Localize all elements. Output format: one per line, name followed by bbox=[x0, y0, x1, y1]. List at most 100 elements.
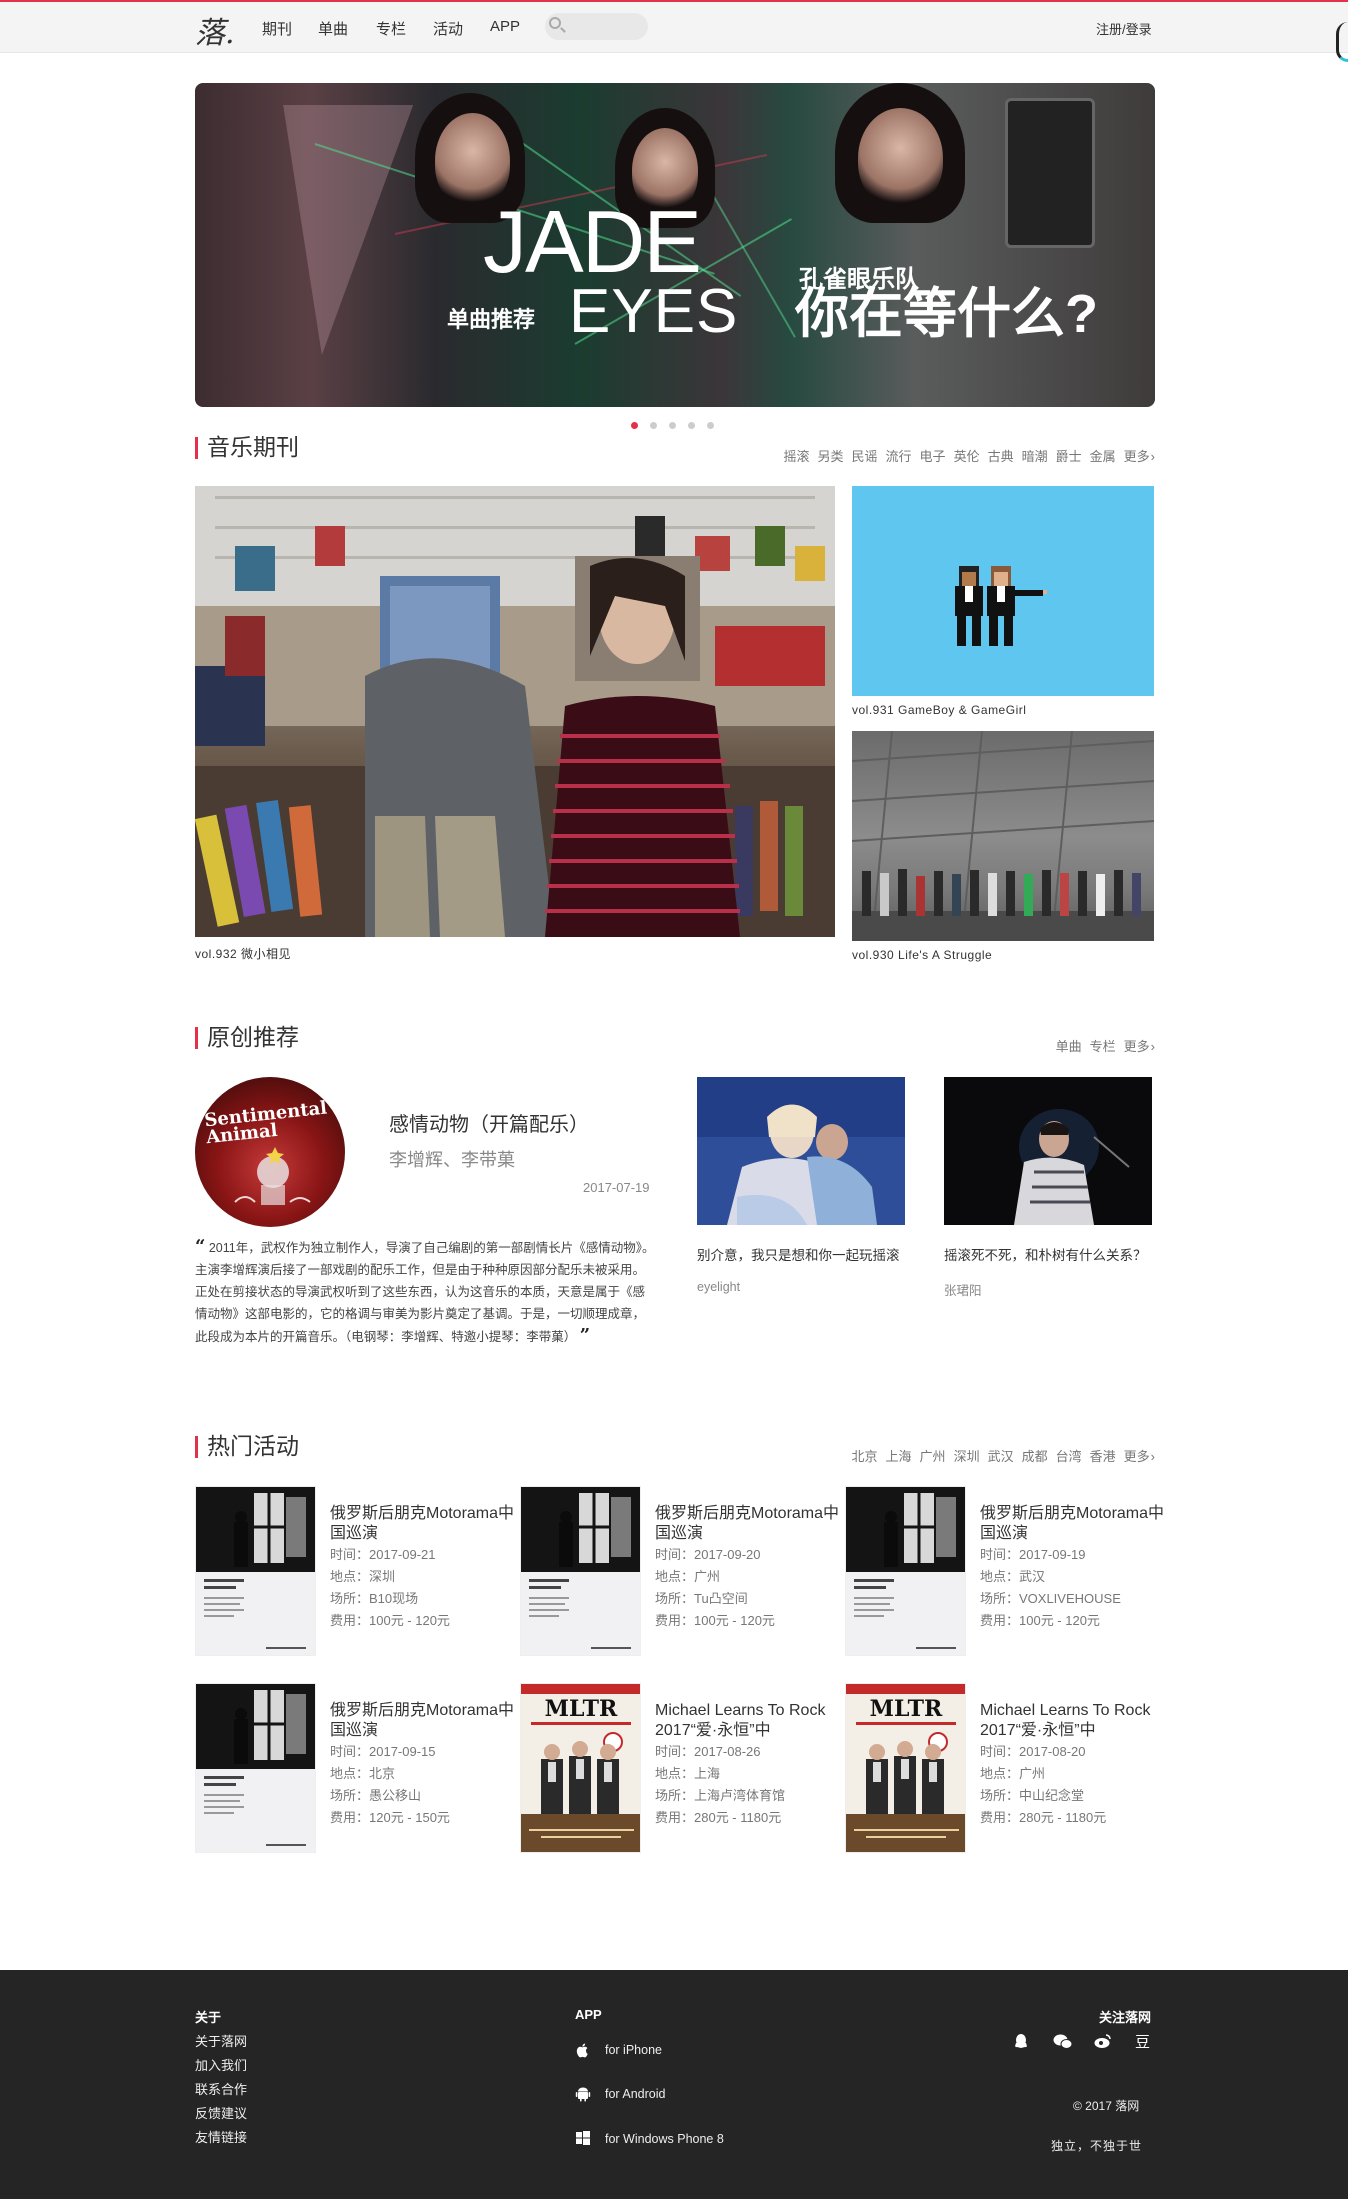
journal-main-image[interactable] bbox=[195, 486, 835, 937]
event-title[interactable]: 俄罗斯后朋克Motorama中国巡演 bbox=[330, 1504, 515, 1544]
genre-tag[interactable]: 流行 bbox=[886, 449, 912, 464]
journal-main-caption[interactable]: vol.932 微小相见 bbox=[195, 945, 291, 962]
wechat-icon[interactable] bbox=[1053, 2033, 1073, 2056]
event-time: 时间：2017-09-21 bbox=[330, 1547, 436, 1562]
genre-tag[interactable]: 古典 bbox=[988, 449, 1014, 464]
city-link[interactable]: 香港 bbox=[1090, 1449, 1116, 1464]
nav-item-singles[interactable]: 单曲 bbox=[318, 18, 348, 39]
event-venue: 场所：愚公移山 bbox=[330, 1788, 422, 1803]
city-link[interactable]: 广州 bbox=[920, 1449, 946, 1464]
event-card[interactable]: 俄罗斯后朋克Motorama中国巡演 时间：2017-09-20 地点：广州 场所：T… bbox=[520, 1486, 840, 1658]
genre-tag[interactable]: 英伦 bbox=[954, 449, 980, 464]
apple-icon bbox=[575, 2042, 591, 2058]
nav-item-columns[interactable]: 专栏 bbox=[376, 18, 406, 39]
event-poster[interactable]: MLTR bbox=[845, 1683, 966, 1853]
event-card[interactable]: 俄罗斯后朋克Motorama中国巡演时间：2017-09-19 地点：武汉场所：V… bbox=[845, 1486, 1165, 1658]
genre-tag[interactable]: 另类 bbox=[818, 449, 844, 464]
nav-item-events[interactable]: 活动 bbox=[433, 18, 463, 39]
original-card-title-2[interactable]: 摇滚死不死，和朴树有什么关系？ bbox=[944, 1245, 1152, 1266]
journal-side-caption-1[interactable]: vol.931 GameBoy & GameGirl bbox=[852, 703, 1026, 717]
event-title[interactable]: Michael Learns To Rock 2017“爱·永恒”中 bbox=[655, 1701, 840, 1741]
original-card-image-2[interactable] bbox=[944, 1077, 1152, 1225]
event-time: 时间：2017-09-19 bbox=[980, 1547, 1086, 1562]
more-link[interactable]: 更多 bbox=[1124, 1039, 1155, 1054]
event-poster[interactable] bbox=[845, 1486, 966, 1656]
nav-item-journal[interactable]: 期刊 bbox=[262, 18, 292, 39]
footer-link[interactable]: 加入我们 bbox=[195, 2055, 247, 2074]
journal-side-image-1[interactable] bbox=[852, 486, 1154, 696]
columns-link[interactable]: 专栏 bbox=[1090, 1039, 1116, 1054]
event-poster[interactable] bbox=[195, 1486, 316, 1656]
original-quote: “ 2011年，武权作为独立制作人，导演了自己编剧的第一部剧情长片《感情动物》。… bbox=[195, 1236, 655, 1348]
event-place: 地点：武汉 bbox=[980, 1569, 1046, 1584]
event-title[interactable]: 俄罗斯后朋克Motorama中国巡演 bbox=[980, 1504, 1165, 1544]
event-card[interactable]: MLTR Michael Learns To Rock 2017“爱·永恒”中 时间… bbox=[845, 1683, 1165, 1855]
carousel-dot-1[interactable] bbox=[631, 422, 638, 429]
footer: 关于 关于落网 加入我们 联系合作 反馈建议 友情链接 APP for iPho… bbox=[0, 1970, 1348, 2199]
corner-decoration bbox=[1336, 22, 1348, 62]
app-android-link[interactable]: for Android bbox=[605, 2087, 665, 2101]
events-city-links: 北京 上海 广州 深圳 武汉 成都 台湾 香港 更多 bbox=[844, 1446, 1155, 1465]
carousel-dots bbox=[631, 416, 726, 429]
event-title[interactable]: 俄罗斯后朋克Motorama中国巡演 bbox=[655, 1504, 840, 1544]
genre-tag[interactable]: 摇滚 bbox=[783, 449, 809, 464]
login-register-link[interactable]: 注册/登录 bbox=[1096, 19, 1152, 38]
more-link[interactable]: 更多 bbox=[1124, 1449, 1155, 1464]
original-card-image-1[interactable] bbox=[697, 1077, 905, 1225]
search-icon[interactable] bbox=[549, 17, 561, 29]
douban-icon[interactable]: 豆 bbox=[1135, 2031, 1150, 2052]
carousel-dot-4[interactable] bbox=[688, 422, 695, 429]
carousel-dot-5[interactable] bbox=[707, 422, 714, 429]
original-card-author-1[interactable]: eyelight bbox=[697, 1280, 905, 1294]
footer-link[interactable]: 反馈建议 bbox=[195, 2103, 247, 2122]
event-poster[interactable] bbox=[195, 1683, 316, 1853]
slogan: 独立，不独于世 bbox=[1051, 2139, 1143, 2153]
more-link[interactable]: 更多 bbox=[1124, 449, 1155, 464]
search-box[interactable] bbox=[545, 13, 648, 40]
singles-link[interactable]: 单曲 bbox=[1056, 1039, 1082, 1054]
event-title[interactable]: 俄罗斯后朋克Motorama中国巡演 bbox=[330, 1701, 515, 1741]
footer-link[interactable]: 友情链接 bbox=[195, 2127, 247, 2146]
footer-link[interactable]: 关于落网 bbox=[195, 2031, 247, 2050]
genre-tag[interactable]: 爵士 bbox=[1056, 449, 1082, 464]
event-card[interactable]: 俄罗斯后朋克Motorama中国巡演 时间：2017-09-15 地点：北京 场所：愚… bbox=[195, 1683, 515, 1855]
event-venue: 场所：VOXLIVEHOUSE bbox=[980, 1591, 1121, 1606]
journal-side-image-2[interactable] bbox=[852, 731, 1154, 941]
city-link[interactable]: 北京 bbox=[852, 1449, 878, 1464]
event-poster[interactable] bbox=[520, 1486, 641, 1656]
city-link[interactable]: 成都 bbox=[1022, 1449, 1048, 1464]
event-card[interactable]: 俄罗斯后朋克Motorama中国巡演 时间：2017-09-21 地点：深圳 场所：B… bbox=[195, 1486, 515, 1658]
app-windows-phone-link[interactable]: for Windows Phone 8 bbox=[605, 2132, 724, 2146]
original-song-title[interactable]: 感情动物（开篇配乐） bbox=[389, 1108, 589, 1137]
journal-side-caption-2[interactable]: vol.930 Life's A Struggle bbox=[852, 948, 992, 962]
event-card[interactable]: MLTR Michael Learns To Rock 2017“爱·永恒”中 时间… bbox=[520, 1683, 840, 1855]
carousel-dot-3[interactable] bbox=[669, 422, 676, 429]
original-card-2[interactable]: 摇滚死不死，和朴树有什么关系？ 张珺阳 bbox=[944, 1077, 1152, 1299]
search-input[interactable] bbox=[569, 16, 645, 37]
genre-tag[interactable]: 金属 bbox=[1090, 449, 1116, 464]
city-link[interactable]: 深圳 bbox=[954, 1449, 980, 1464]
city-link[interactable]: 上海 bbox=[886, 1449, 912, 1464]
event-poster[interactable]: MLTR bbox=[520, 1683, 641, 1853]
event-venue: 场所：Tu凸空间 bbox=[655, 1591, 748, 1606]
svg-text:MLTR: MLTR bbox=[545, 1696, 618, 1722]
original-card-author-2[interactable]: 张珺阳 bbox=[944, 1280, 1152, 1299]
event-title[interactable]: Michael Learns To Rock 2017“爱·永恒”中 bbox=[980, 1701, 1165, 1741]
site-logo[interactable]: 落. bbox=[195, 8, 235, 52]
carousel-dot-2[interactable] bbox=[650, 422, 657, 429]
app-iphone-link[interactable]: for iPhone bbox=[605, 2043, 662, 2057]
nav-item-app[interactable]: APP bbox=[490, 18, 520, 35]
hero-banner[interactable]: JADE EYES 单曲推荐 孔雀眼乐队 你在等什么? bbox=[195, 83, 1155, 407]
footer-link[interactable]: 联系合作 bbox=[195, 2079, 247, 2098]
genre-tag[interactable]: 暗潮 bbox=[1022, 449, 1048, 464]
weibo-icon[interactable] bbox=[1094, 2033, 1112, 2054]
windows-icon bbox=[575, 2131, 591, 2147]
qq-icon[interactable] bbox=[1013, 2033, 1029, 2056]
original-card-1[interactable]: 别介意，我只是想和你一起玩摇滚 eyelight bbox=[697, 1077, 905, 1294]
city-link[interactable]: 武汉 bbox=[988, 1449, 1014, 1464]
city-link[interactable]: 台湾 bbox=[1056, 1449, 1082, 1464]
genre-tag[interactable]: 民谣 bbox=[852, 449, 878, 464]
album-cover-disc[interactable]: Sentimental Animal bbox=[195, 1077, 345, 1227]
genre-tag[interactable]: 电子 bbox=[920, 449, 946, 464]
original-card-title-1[interactable]: 别介意，我只是想和你一起玩摇滚 bbox=[697, 1245, 905, 1266]
